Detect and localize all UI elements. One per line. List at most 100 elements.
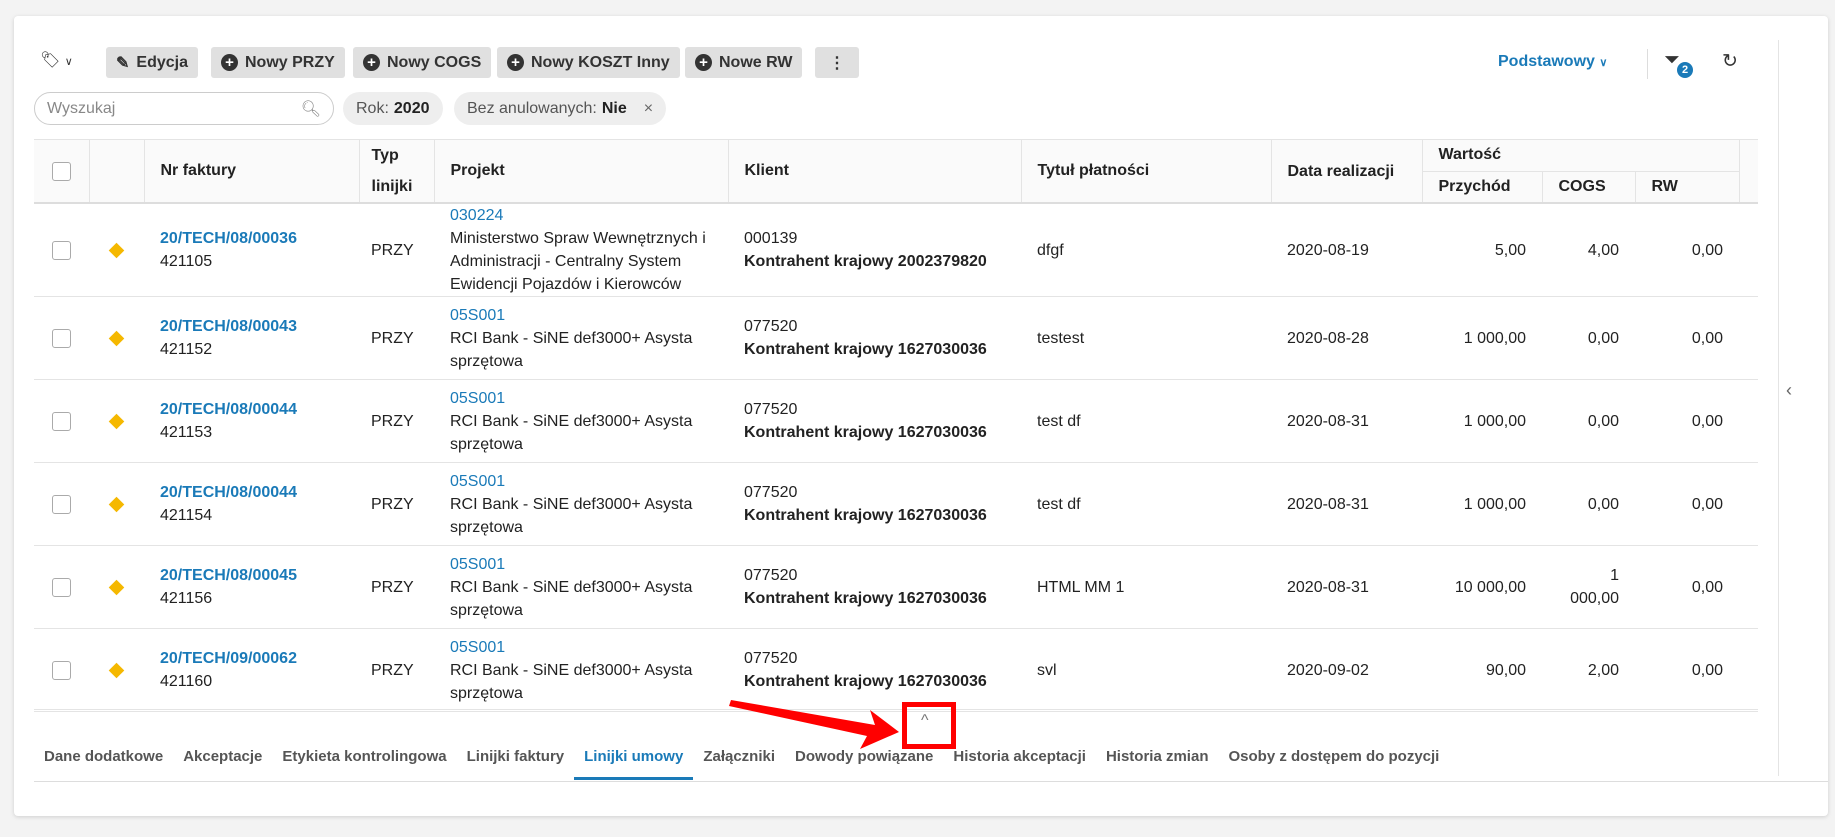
header-typ[interactable]: Typ linijki (358, 139, 434, 203)
project-name: RCI Bank - SiNE def3000+ Asysta sprzętow… (450, 329, 693, 370)
invoice-link[interactable]: 20/TECH/08/00036 (160, 227, 343, 250)
project-code-link[interactable]: 05S001 (450, 636, 712, 659)
edit-button[interactable]: ✎ Edycja (106, 47, 198, 78)
header-projekt[interactable]: Projekt (433, 139, 728, 203)
expand-panel-button[interactable]: ^ (921, 712, 929, 730)
new-cogs-button[interactable]: + Nowy COGS (353, 47, 492, 78)
chevron-left-icon: ‹ (1786, 380, 1792, 400)
client-name: Kontrahent krajowy 1627030036 (744, 341, 987, 358)
client-code: 077520 (744, 318, 798, 335)
revenue-value: 1 000,00 (1422, 379, 1542, 463)
payment-title: test df (1021, 462, 1271, 546)
row-checkbox[interactable] (52, 240, 71, 260)
header-rw[interactable]: RW (1634, 170, 1739, 203)
collapse-sidebar-button[interactable]: ‹ (1786, 380, 1792, 401)
tab-historia-zmian[interactable]: Historia zmian (1096, 745, 1219, 780)
search-input[interactable]: Wyszukaj 🔍︎ (34, 92, 334, 125)
tab-akceptacje[interactable]: Akceptacje (173, 745, 272, 780)
project-name: Ministerstwo Spraw Wewnętrznych i Admini… (450, 230, 706, 293)
tab-osoby-z-dostępem-do-pozycji[interactable]: Osoby z dostępem do pozycji (1218, 745, 1449, 780)
row-checkbox[interactable] (52, 494, 71, 514)
invoice-id: 421152 (160, 341, 213, 358)
header-klient[interactable]: Klient (727, 139, 1021, 203)
payment-title: svl (1021, 628, 1271, 712)
project-code-link[interactable]: 05S001 (450, 553, 712, 576)
new-koszt-button[interactable]: + Nowy KOSZT Inny (497, 47, 680, 78)
project-code-link[interactable]: 05S001 (450, 304, 712, 327)
realization-date: 2020-08-31 (1271, 379, 1422, 463)
invoice-table: Nr faktury Typ linijki Projekt Klient Ty… (34, 139, 1758, 712)
invoice-id: 421160 (160, 673, 213, 690)
more-vertical-icon: ⋮ (829, 54, 845, 72)
new-rw-button[interactable]: + Nowe RW (685, 47, 803, 78)
line-type: PRZY (359, 203, 434, 297)
close-icon[interactable]: × (644, 100, 653, 118)
view-selector[interactable]: Podstawowy ∨ (1498, 53, 1607, 71)
chevron-up-icon: ^ (921, 712, 929, 729)
invoice-link[interactable]: 20/TECH/08/00045 (160, 564, 343, 587)
select-all-checkbox[interactable] (51, 161, 71, 181)
invoice-link[interactable]: 20/TECH/08/00044 (160, 398, 343, 421)
search-placeholder: Wyszukaj (47, 99, 116, 117)
header-nr[interactable]: Nr faktury (143, 139, 359, 203)
sidebar-divider (1778, 40, 1779, 776)
tab-dowody-powiązane[interactable]: Dowody powiązane (785, 745, 943, 780)
line-type: PRZY (359, 462, 434, 546)
realization-date: 2020-08-31 (1271, 462, 1422, 546)
line-type: PRZY (359, 545, 434, 629)
invoice-link[interactable]: 20/TECH/09/00062 (160, 647, 343, 670)
header-cogs[interactable]: COGS (1541, 170, 1635, 203)
header-data[interactable]: Data realizacji (1270, 139, 1422, 203)
project-code-link[interactable]: 030224 (450, 204, 712, 227)
row-checkbox[interactable] (52, 411, 71, 431)
row-checkbox[interactable] (52, 577, 71, 597)
new-przy-label: Nowy PRZY (245, 53, 335, 71)
chip-label: Rok: (356, 99, 389, 117)
tab-historia-akceptacji[interactable]: Historia akceptacji (943, 745, 1096, 780)
filter-button[interactable]: ⏷ 2 (1664, 49, 1693, 78)
tab-linijki-faktury[interactable]: Linijki faktury (457, 745, 575, 780)
invoice-link[interactable]: 20/TECH/08/00043 (160, 315, 343, 338)
filter-chip-cancelled[interactable]: Bez anulowanych: Nie × (454, 92, 667, 125)
new-przy-button[interactable]: + Nowy PRZY (211, 47, 345, 78)
filter-chip-year[interactable]: Rok: 2020 (343, 92, 443, 125)
client-code: 077520 (744, 567, 798, 584)
realization-date: 2020-08-19 (1271, 203, 1422, 297)
red-arrow-annotation (729, 700, 899, 749)
project-code-link[interactable]: 05S001 (450, 387, 712, 410)
tab-dane-dodatkowe[interactable]: Dane dodatkowe (34, 745, 173, 780)
tag-menu[interactable]: 🏷︎ ∨ (40, 50, 73, 70)
tab-załączniki[interactable]: Załączniki (693, 745, 785, 780)
realization-date: 2020-08-28 (1271, 296, 1422, 380)
rw-value: 0,00 (1635, 203, 1739, 297)
revenue-value: 5,00 (1422, 203, 1542, 297)
row-checkbox[interactable] (52, 660, 71, 680)
invoice-link[interactable]: 20/TECH/08/00044 (160, 481, 343, 504)
payment-title: dfgf (1021, 203, 1271, 297)
table-row[interactable]: 20/TECH/08/00045 421156 PRZY 05S001 RCI Ba… (34, 545, 1758, 629)
cogs-value: 2,00 (1542, 628, 1635, 712)
header-przychod[interactable]: Przychód (1421, 170, 1542, 203)
client-code: 077520 (744, 401, 798, 418)
project-code-link[interactable]: 05S001 (450, 470, 712, 493)
rw-value: 0,00 (1635, 296, 1739, 380)
tab-linijki-umowy[interactable]: Linijki umowy (574, 745, 694, 780)
refresh-icon[interactable]: ↻ (1722, 50, 1738, 73)
table-row[interactable]: 20/TECH/08/00044 421154 PRZY 05S001 RCI Ba… (34, 462, 1758, 546)
cogs-value: 4,00 (1542, 203, 1635, 297)
row-checkbox[interactable] (52, 328, 71, 348)
tab-etykieta-kontrolingowa[interactable]: Etykieta kontrolingowa (272, 745, 456, 780)
table-row[interactable]: 20/TECH/08/00043 421152 PRZY 05S001 RCI Ba… (34, 296, 1758, 380)
payment-title: testest (1021, 296, 1271, 380)
cogs-value: 0,00 (1542, 462, 1635, 546)
filter-count-badge: 2 (1677, 62, 1693, 78)
cogs-value: 1 000,00 (1542, 545, 1635, 629)
table-row[interactable]: 20/TECH/08/00036 421105 PRZY 030224 Minist… (34, 203, 1758, 297)
invoice-id: 421153 (160, 424, 213, 441)
table-row[interactable]: 20/TECH/08/00044 421153 PRZY 05S001 RCI Ba… (34, 379, 1758, 463)
header-tytul[interactable]: Tytuł płatności (1020, 139, 1271, 203)
invoice-id: 421156 (160, 590, 213, 607)
more-button[interactable]: ⋮ (815, 47, 859, 78)
client-name: Kontrahent krajowy 1627030036 (744, 590, 987, 607)
revenue-value: 10 000,00 (1422, 545, 1542, 629)
